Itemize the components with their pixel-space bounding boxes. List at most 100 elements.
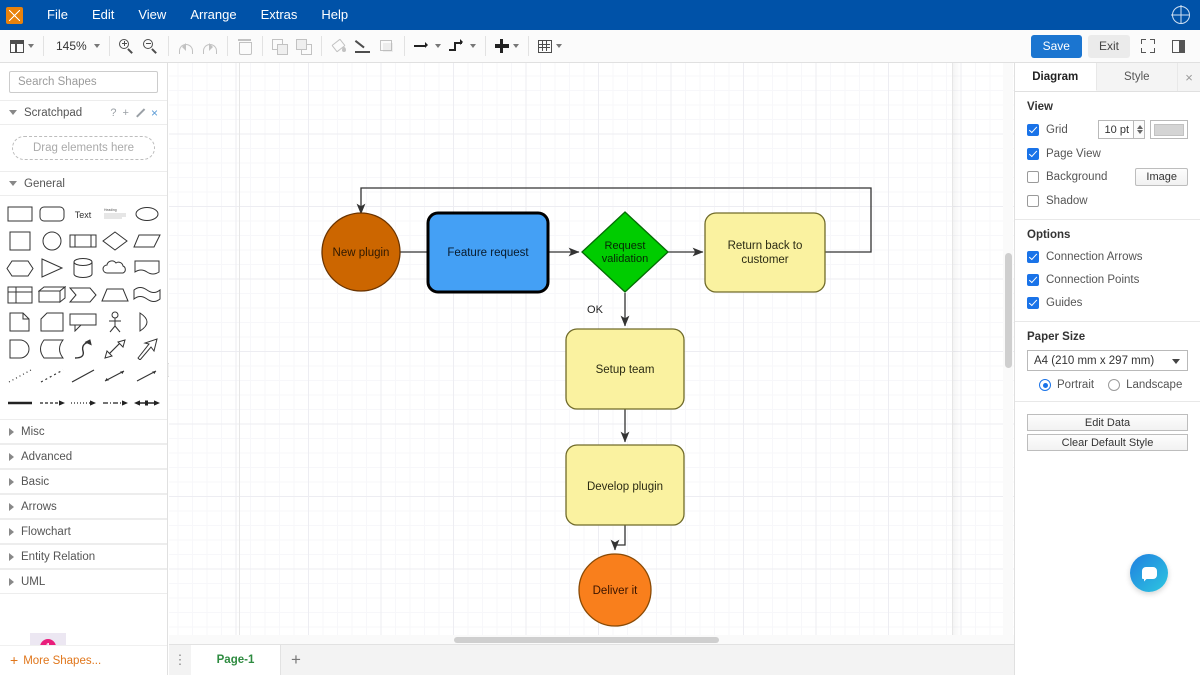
line-color-button[interactable]: [351, 33, 375, 59]
shape-ellipse[interactable]: [131, 202, 163, 226]
shape-rounded-rectangle[interactable]: [36, 202, 68, 226]
portrait-radio[interactable]: [1039, 379, 1051, 391]
landscape-radio[interactable]: [1108, 379, 1121, 391]
scrollbar-thumb[interactable]: [1005, 253, 1012, 368]
globe-icon[interactable]: [1172, 6, 1190, 24]
shape-curved-arrow[interactable]: [68, 337, 100, 361]
add-page-button[interactable]: +: [281, 645, 311, 675]
connection-arrows-checkbox[interactable]: [1027, 250, 1039, 263]
shape-cube[interactable]: [36, 283, 68, 307]
shape-delay[interactable]: [4, 337, 36, 361]
grid-checkbox[interactable]: [1027, 123, 1039, 136]
edit-data-button[interactable]: Edit Data: [1027, 414, 1188, 431]
shape-step[interactable]: [68, 283, 100, 307]
grid-size-stepper[interactable]: 10 pt: [1098, 120, 1188, 139]
shape-square[interactable]: [4, 229, 36, 253]
shape-rectangle[interactable]: [4, 202, 36, 226]
add-icon[interactable]: +: [123, 107, 129, 119]
format-panel-toggle-button[interactable]: [1166, 33, 1190, 59]
node-return-back-to-customer[interactable]: [704, 212, 826, 293]
page-view-checkbox[interactable]: [1027, 147, 1039, 160]
menu-edit[interactable]: Edit: [80, 2, 126, 28]
sidebar-item-misc[interactable]: Misc: [0, 419, 167, 444]
fill-color-button[interactable]: [327, 33, 351, 59]
canvas-vertical-scrollbar[interactable]: [1003, 63, 1013, 643]
shape-actor[interactable]: [99, 310, 131, 334]
shape-dashed-line[interactable]: [36, 364, 68, 388]
landscape-option[interactable]: Landscape: [1108, 379, 1182, 391]
undo-button[interactable]: [174, 33, 198, 59]
chat-widget-button[interactable]: [1130, 554, 1168, 592]
shape-data-storage[interactable]: [36, 337, 68, 361]
sidebar-item-advanced[interactable]: Advanced: [0, 444, 167, 469]
close-icon[interactable]: ×: [151, 107, 158, 119]
shape-bidirectional-arrow[interactable]: [99, 364, 131, 388]
shape-thick-line[interactable]: [4, 391, 36, 415]
shape-dashed-arrow[interactable]: [36, 391, 68, 415]
arrow-style-button[interactable]: [410, 33, 445, 59]
table-button[interactable]: [534, 33, 566, 59]
shape-cylinder[interactable]: [68, 256, 100, 280]
tab-diagram[interactable]: Diagram: [1015, 63, 1097, 91]
shape-hexagon[interactable]: [4, 256, 36, 280]
menu-extras[interactable]: Extras: [249, 2, 310, 28]
shape-dotted-line[interactable]: [4, 364, 36, 388]
waypoints-button[interactable]: [445, 33, 480, 59]
to-front-button[interactable]: [268, 33, 292, 59]
shape-circle[interactable]: [36, 229, 68, 253]
shape-directional-arrow[interactable]: [131, 364, 163, 388]
view-layout-button[interactable]: [6, 33, 38, 59]
pencil-icon[interactable]: [135, 108, 145, 118]
exit-button[interactable]: Exit: [1087, 34, 1130, 58]
shape-text[interactable]: Text: [68, 202, 100, 226]
menu-view[interactable]: View: [126, 2, 178, 28]
shape-textbox[interactable]: Heading: [99, 202, 131, 226]
shape-cloud[interactable]: [99, 256, 131, 280]
shape-parallelogram[interactable]: [131, 229, 163, 253]
connection-points-checkbox[interactable]: [1027, 273, 1039, 286]
menu-arrange[interactable]: Arrange: [178, 2, 248, 28]
node-request-validation[interactable]: [581, 211, 669, 293]
shape-document[interactable]: [131, 256, 163, 280]
shape-card[interactable]: [36, 310, 68, 334]
shape-or[interactable]: [131, 310, 163, 334]
background-checkbox[interactable]: [1027, 171, 1039, 183]
clear-default-style-button[interactable]: Clear Default Style: [1027, 434, 1188, 451]
page-tab-page-1[interactable]: Page-1: [191, 645, 281, 675]
search-input[interactable]: [16, 75, 167, 89]
shape-dash-dot-arrow[interactable]: [99, 391, 131, 415]
page-menu-icon[interactable]: ⋮: [169, 645, 191, 675]
delete-button[interactable]: [233, 33, 257, 59]
zoom-in-button[interactable]: [115, 33, 139, 59]
sidebar-item-uml[interactable]: UML: [0, 569, 167, 594]
diagram-canvas[interactable]: New plugin Feature request Request valid…: [169, 63, 1015, 643]
save-button[interactable]: Save: [1030, 34, 1082, 58]
shape-double-arrow[interactable]: [99, 337, 131, 361]
sidebar-section-general[interactable]: General: [0, 171, 167, 196]
redo-button[interactable]: [198, 33, 222, 59]
scrollbar-thumb[interactable]: [454, 636, 719, 643]
zoom-out-button[interactable]: [139, 33, 163, 59]
shape-diamond[interactable]: [99, 229, 131, 253]
help-icon[interactable]: ?: [110, 107, 116, 119]
shape-solid-line[interactable]: [68, 364, 100, 388]
fullscreen-button[interactable]: [1136, 33, 1160, 59]
menu-file[interactable]: File: [35, 2, 80, 28]
sidebar-item-flowchart[interactable]: Flowchart: [0, 519, 167, 544]
zoom-level-button[interactable]: 145%: [49, 33, 104, 59]
shape-triangle[interactable]: [36, 256, 68, 280]
shape-note[interactable]: [4, 310, 36, 334]
more-shapes-button[interactable]: + More Shapes...: [0, 645, 167, 675]
shape-tape[interactable]: [131, 283, 163, 307]
search-shapes-box[interactable]: [9, 71, 167, 93]
sidebar-section-scratchpad[interactable]: Scratchpad ? + ×: [0, 100, 167, 125]
paper-size-select[interactable]: A4 (210 mm x 297 mm): [1027, 350, 1188, 371]
shape-table[interactable]: [4, 283, 36, 307]
sidebar-item-basic[interactable]: Basic: [0, 469, 167, 494]
grid-color-swatch[interactable]: [1150, 120, 1188, 139]
shape-trapezoid[interactable]: [99, 283, 131, 307]
close-icon[interactable]: ×: [1178, 63, 1200, 91]
to-back-button[interactable]: [292, 33, 316, 59]
insert-button[interactable]: [491, 33, 523, 59]
stepper-arrows-icon[interactable]: [1134, 120, 1145, 139]
